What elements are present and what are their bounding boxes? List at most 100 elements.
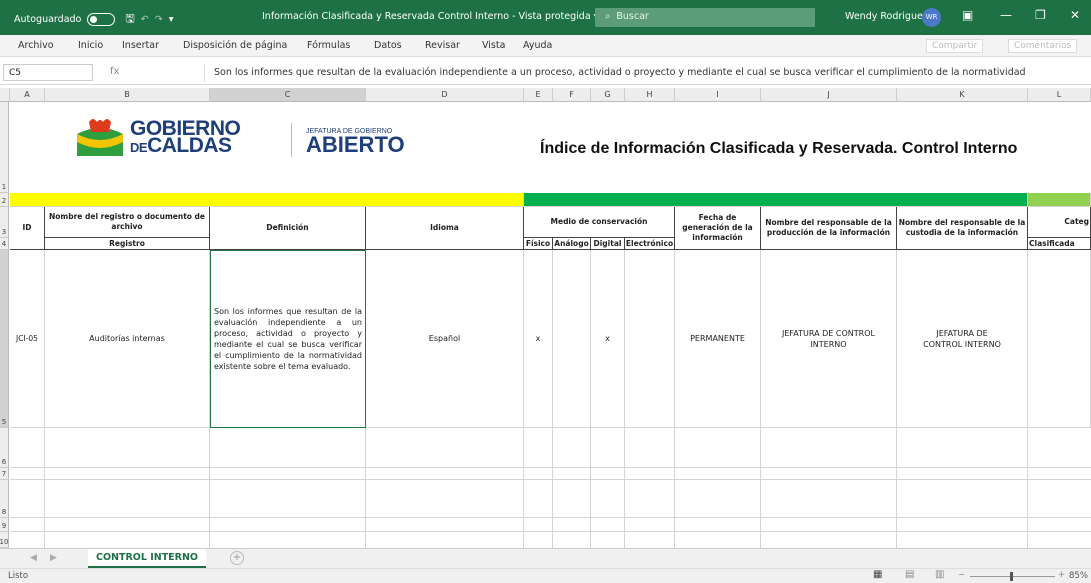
autosave-toggle[interactable] (87, 13, 116, 26)
header-registro[interactable]: Registro (45, 238, 210, 250)
menu-revisar[interactable]: Revisar (425, 40, 460, 51)
excel-window: Autoguardado 🖫 ↶ ↷ ▾ Información Clasifi… (0, 0, 1091, 583)
menu-archivo[interactable]: Archivo (18, 40, 54, 51)
header-fecha[interactable]: Fecha de generación de la información (675, 207, 761, 250)
logo-line-2-prefix: DE (130, 140, 148, 155)
tab-control-interno[interactable]: CONTROL INTERNO (88, 549, 206, 568)
search-placeholder: Buscar (616, 11, 649, 22)
gobierno-caldas-logo (75, 116, 125, 161)
row-header-5[interactable]: 5 (0, 250, 9, 428)
page-break-icon[interactable]: ▥ (935, 569, 944, 580)
col-header-h[interactable]: H (625, 88, 675, 102)
fx-icon[interactable]: fx (110, 66, 119, 77)
menu-disposicion[interactable]: Disposición de página (183, 40, 287, 51)
tab-scroll-left-icon[interactable]: ◀ (30, 553, 37, 563)
cell-electronico[interactable] (625, 250, 675, 428)
name-box[interactable]: C5 (3, 64, 93, 81)
menu-formulas[interactable]: Fórmulas (307, 40, 350, 51)
row-header-4[interactable]: 4 (0, 238, 9, 250)
redo-icon[interactable]: ↷ (155, 14, 163, 25)
autosave-area: Autoguardado 🖫 ↶ ↷ ▾ (14, 10, 173, 29)
header-definicion[interactable]: Definición (210, 207, 366, 250)
header-digital[interactable]: Digital (591, 238, 625, 250)
share-button[interactable]: Compartir (926, 39, 984, 53)
col-header-j[interactable]: J (761, 88, 897, 102)
avatar[interactable]: WR (922, 8, 941, 27)
abierto-big: ABIERTO (306, 132, 405, 157)
menu-datos[interactable]: Datos (374, 40, 402, 51)
row-header-1[interactable]: 1 (0, 102, 9, 193)
header-idioma[interactable]: Idioma (366, 207, 524, 250)
col-header-k[interactable]: K (897, 88, 1028, 102)
header-resp-prod[interactable]: Nombre del responsable de la producción … (761, 207, 897, 250)
col-header-i[interactable]: I (675, 88, 761, 102)
row-header-7[interactable]: 7 (0, 468, 9, 480)
header-analogo[interactable]: Análogo (553, 238, 591, 250)
maximize-icon[interactable]: ❐ (1035, 8, 1046, 22)
row-header-6[interactable]: 6 (0, 428, 9, 468)
status-ready: Listo (8, 571, 29, 581)
zoom-out-icon[interactable]: − (958, 570, 965, 580)
cell-idioma[interactable]: Español (366, 250, 524, 428)
search-box[interactable]: ⌕ Buscar (595, 8, 815, 27)
cell-resp-cust[interactable]: JEFATURA DE CONTROL INTERNO (897, 250, 1028, 428)
close-icon[interactable]: ✕ (1070, 8, 1080, 22)
col-header-g[interactable]: G (591, 88, 625, 102)
col-header-f[interactable]: F (553, 88, 591, 102)
formula-input[interactable]: Son los informes que resultan de la eval… (214, 67, 1026, 78)
normal-view-icon[interactable]: ▦ (873, 569, 882, 580)
menu-insertar[interactable]: Insertar (122, 40, 159, 51)
empty-rows[interactable] (10, 428, 1091, 548)
col-header-e[interactable]: E (524, 88, 553, 102)
ribbon-display-icon[interactable]: ▣ (962, 8, 973, 22)
row-header-2[interactable]: 2 (0, 193, 9, 207)
menu-bar: Archivo Inicio Insertar Disposición de p… (0, 35, 1091, 57)
col-header-c[interactable]: C (210, 88, 366, 102)
comments-button[interactable]: Comentarios (1008, 39, 1078, 53)
header-resp-cust[interactable]: Nombre del responsable de la custodia de… (897, 207, 1028, 250)
quick-access-icon[interactable]: ▾ (169, 14, 174, 25)
cell-fecha[interactable]: PERMANENTE (675, 250, 761, 428)
title-bar: Autoguardado 🖫 ↶ ↷ ▾ Información Clasifi… (0, 0, 1091, 35)
cell-nombre[interactable]: Auditorías internas (45, 250, 210, 428)
add-sheet-icon[interactable]: + (230, 551, 244, 565)
row-header-9[interactable]: 9 (0, 518, 9, 532)
spreadsheet-grid[interactable]: A B C D E F G H I J K L 1 2 3 4 5 6 7 8 … (0, 88, 1091, 548)
header-id[interactable]: ID (10, 207, 45, 250)
zoom-in-icon[interactable]: + (1058, 570, 1065, 580)
zoom-level[interactable]: 85% (1069, 571, 1088, 581)
header-electronico[interactable]: Electrónico (625, 238, 675, 250)
menu-ayuda[interactable]: Ayuda (523, 40, 552, 51)
menu-inicio[interactable]: Inicio (78, 40, 103, 51)
tab-scroll-right-icon[interactable]: ▶ (50, 553, 57, 563)
menu-vista[interactable]: Vista (482, 40, 505, 51)
abierto-logo: JEFATURA DE GOBIERNO ABIERTO (306, 128, 405, 157)
header-categoria[interactable]: Categ (1028, 207, 1091, 238)
autosave-label: Autoguardado (14, 14, 82, 25)
col-header-d[interactable]: D (366, 88, 524, 102)
save-icon[interactable]: 🖫 (125, 10, 134, 29)
row-header-10[interactable]: 10 (0, 532, 9, 548)
minimize-icon[interactable]: — (1000, 8, 1012, 22)
header-medio[interactable]: Medio de conservación (524, 207, 675, 238)
row-header-8[interactable]: 8 (0, 480, 9, 518)
page-layout-icon[interactable]: ▤ (905, 569, 914, 580)
cell-digital[interactable]: x (591, 250, 625, 428)
undo-icon[interactable]: ↶ (141, 14, 149, 25)
header-fisico[interactable]: Físico (524, 238, 553, 250)
zoom-slider-thumb[interactable] (1010, 572, 1013, 581)
user-name[interactable]: Wendy Rodriguez (845, 11, 928, 22)
cell-definicion-selected[interactable]: Son los informes que resultan de la eval… (210, 250, 366, 428)
row-header-3[interactable]: 3 (0, 207, 9, 238)
col-header-l[interactable]: L (1028, 88, 1091, 102)
cell-id[interactable]: JCI-05 (10, 250, 45, 428)
cell-analogo[interactable] (553, 250, 591, 428)
header-nombre[interactable]: Nombre del registro o documento de archi… (45, 207, 210, 238)
header-clasificada[interactable]: Clasificada (1028, 238, 1091, 250)
col-header-b[interactable]: B (45, 88, 210, 102)
select-all-corner[interactable] (0, 88, 10, 102)
cell-resp-prod[interactable]: JEFATURA DE CONTROL INTERNO (761, 250, 897, 428)
col-header-a[interactable]: A (10, 88, 45, 102)
cell-clasificada[interactable] (1028, 250, 1091, 428)
cell-fisico[interactable]: x (524, 250, 553, 428)
